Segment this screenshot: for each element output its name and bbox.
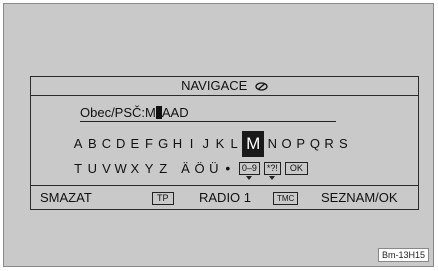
arrow-down-icon: [269, 176, 276, 181]
key-i[interactable]: I: [185, 134, 199, 154]
delete-softkey[interactable]: SMAZAT: [40, 187, 92, 209]
key-n[interactable]: N: [265, 134, 279, 154]
city-zip-input[interactable]: Obec/PSČ:M AAD: [80, 104, 336, 122]
list-ok-softkey[interactable]: SEZNAM/OK: [321, 187, 398, 209]
entry-typed-text: M: [145, 105, 156, 120]
key-v[interactable]: V: [99, 159, 113, 179]
entry-autocomplete-text: AAD: [161, 105, 189, 120]
navigation-screen: NAVIGACE Obec/PSČ:M AAD ABCDEFGHIJKLMNOPQ…: [30, 76, 419, 210]
key-j[interactable]: J: [199, 134, 213, 154]
key-r[interactable]: R: [322, 134, 336, 154]
numbers-key[interactable]: 0–9: [238, 162, 260, 181]
softkey-bar: SMAZAT TP RADIO 1 TMC SEZNAM/OK: [31, 187, 418, 209]
key-u[interactable]: U: [85, 159, 99, 179]
entry-label: Obec/PSČ:: [80, 105, 146, 120]
key-o[interactable]: O: [279, 134, 293, 154]
navigation-icon: [255, 78, 268, 96]
key-k[interactable]: K: [213, 134, 227, 154]
key-f[interactable]: F: [142, 134, 156, 154]
keyboard-row-2: T U V W X Y Z Ä Ö Ü • 0–9 *?! OK: [71, 158, 308, 181]
key-b[interactable]: B: [85, 134, 99, 154]
screen-header: NAVIGACE: [31, 77, 418, 95]
key-q[interactable]: Q: [308, 134, 322, 154]
symbols-key[interactable]: *?!: [263, 162, 281, 181]
symbols-key-label: *?!: [266, 163, 278, 174]
softkey-divider: [31, 185, 418, 186]
key-z[interactable]: Z: [156, 159, 170, 179]
radio-softkey[interactable]: RADIO 1: [199, 187, 251, 209]
key-m-selected[interactable]: M: [242, 131, 265, 157]
tmc-indicator: TMC: [273, 192, 299, 205]
key-h[interactable]: H: [170, 134, 184, 154]
key-a[interactable]: A: [71, 134, 85, 154]
key-y[interactable]: Y: [142, 159, 156, 179]
key-dot[interactable]: •: [221, 158, 235, 178]
key-x[interactable]: X: [128, 159, 142, 179]
display-frame: NAVIGACE Obec/PSČ:M AAD ABCDEFGHIJKLMNOPQ…: [3, 3, 434, 267]
key-w[interactable]: W: [114, 159, 128, 179]
ok-key-label: OK: [289, 163, 303, 174]
key-l[interactable]: L: [227, 134, 241, 154]
key-t[interactable]: T: [71, 159, 85, 179]
key-o-umlaut[interactable]: Ö: [193, 159, 207, 179]
key-e[interactable]: E: [128, 134, 142, 154]
key-s[interactable]: S: [336, 134, 350, 154]
key-p[interactable]: P: [294, 134, 308, 154]
figure-id-label: Bm-13H15: [377, 248, 429, 262]
ok-key[interactable]: OK: [284, 162, 308, 176]
key-u-umlaut[interactable]: Ü: [207, 159, 221, 179]
key-a-umlaut[interactable]: Ä: [178, 159, 192, 179]
arrow-down-icon: [246, 176, 253, 181]
numbers-key-label: 0–9: [241, 163, 257, 174]
header-divider: [31, 95, 418, 96]
key-g[interactable]: G: [156, 134, 170, 154]
key-d[interactable]: D: [114, 134, 128, 154]
screen-title: NAVIGACE: [181, 78, 248, 93]
tp-indicator: TP: [152, 192, 174, 205]
keyboard-row-1: ABCDEFGHIJKLMNOPQRS: [71, 131, 350, 157]
key-c[interactable]: C: [99, 134, 113, 154]
